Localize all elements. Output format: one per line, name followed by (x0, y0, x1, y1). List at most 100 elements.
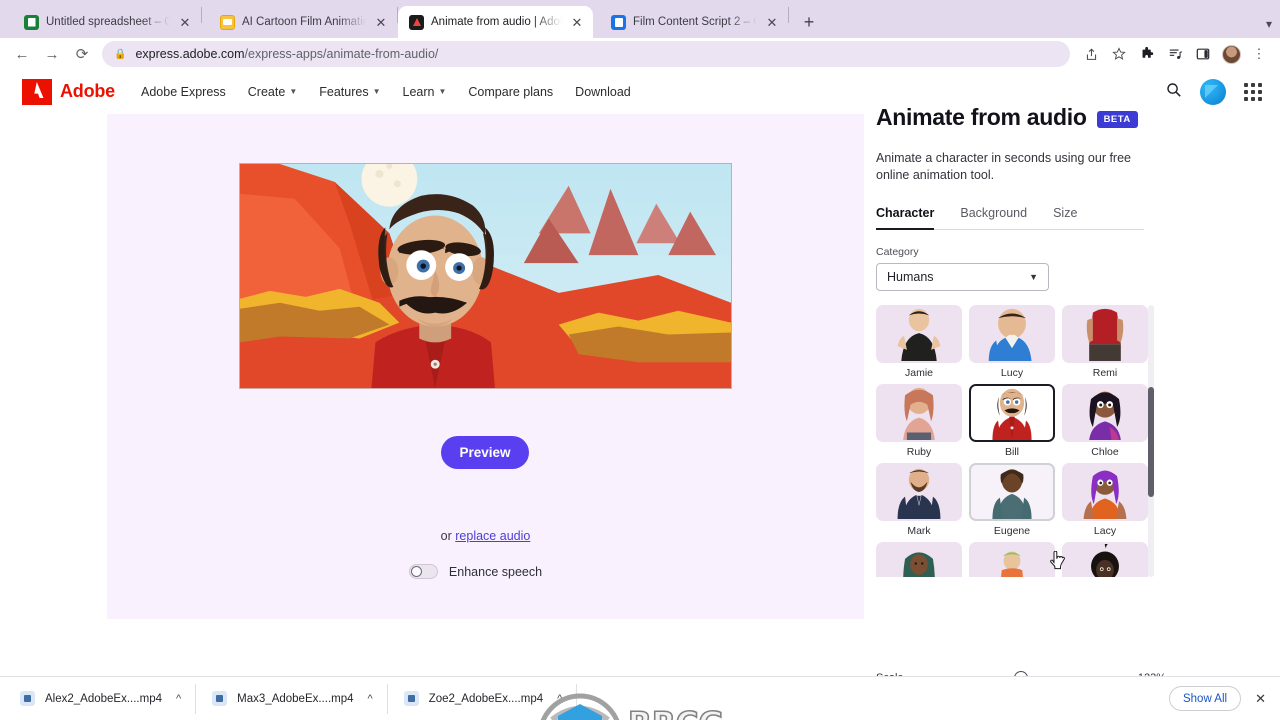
app-grid-icon[interactable] (1244, 82, 1262, 101)
adobe-brand-text: Adobe (60, 81, 115, 101)
profile-avatar[interactable] (1218, 41, 1244, 67)
nav-link-learn[interactable]: Learn ▼ (403, 85, 447, 99)
replace-audio-link[interactable]: replace audio (455, 529, 530, 543)
main-canvas-area: Preview or replace audio Enhance speech (0, 114, 864, 720)
chevron-up-icon[interactable]: ^ (368, 693, 373, 705)
browser-tab-3[interactable]: Film Content Script 2 – Google ✕ (593, 6, 788, 38)
character-name: Mark (907, 525, 931, 537)
enhance-speech-toggle[interactable] (408, 564, 438, 579)
character-thumb (1062, 542, 1148, 577)
url-path: /express-apps/animate-from-audio/ (244, 47, 439, 61)
character-name: Remi (1092, 367, 1118, 379)
reading-list-icon[interactable] (1162, 41, 1188, 67)
nav-link-compare-plans[interactable]: Compare plans (468, 85, 553, 99)
extensions-icon[interactable] (1134, 41, 1160, 67)
tab-character[interactable]: Character (876, 206, 935, 230)
character-card-row4-2[interactable] (969, 542, 1055, 577)
character-thumb (969, 463, 1055, 521)
character-card-row4-3[interactable] (1062, 542, 1148, 577)
video-file-icon (20, 691, 35, 706)
character-thumb (876, 305, 962, 363)
adobe-logo[interactable]: Adobe (22, 78, 115, 105)
character-card-lacy[interactable]: Lacy (1062, 463, 1148, 540)
tab-size[interactable]: Size (1053, 206, 1077, 229)
character-card-row4-1[interactable] (876, 542, 962, 577)
character-card-bill[interactable]: Bill (969, 384, 1055, 461)
chevron-up-icon[interactable]: ^ (557, 693, 562, 705)
bookmark-star-icon[interactable] (1106, 41, 1132, 67)
canvas-card: Preview or replace audio Enhance speech (107, 114, 864, 619)
category-label: Category (876, 246, 919, 258)
character-card-eugene[interactable]: Eugene (969, 463, 1055, 540)
nav-link-create[interactable]: Create ▼ (248, 85, 297, 99)
character-card-remi[interactable]: Remi (1062, 305, 1148, 382)
character-name: Eugene (993, 525, 1031, 537)
download-item-1[interactable]: Max3_AdobeEx....mp4 ^ (206, 683, 388, 714)
tab-title: AI Cartoon Film Animation – Go (242, 16, 366, 28)
character-card-mark[interactable]: Mark (876, 463, 962, 540)
tab-close-icon[interactable]: ✕ (177, 14, 193, 30)
address-bar[interactable]: 🔒 express.adobe.com/express-apps/animate… (102, 41, 1070, 67)
folder-icon (220, 14, 235, 30)
tab-divider (788, 7, 789, 23)
download-item-0[interactable]: Alex2_AdobeEx....mp4 ^ (14, 683, 197, 714)
video-file-icon (403, 691, 419, 706)
browser-tab-1[interactable]: AI Cartoon Film Animation – Go ✕ (202, 6, 397, 38)
lock-icon: 🔒 (114, 48, 127, 60)
panel-scrollbar-thumb[interactable] (1148, 387, 1154, 497)
url-text: express.adobe.com/express-apps/animate-f… (135, 47, 438, 61)
share-icon[interactable] (1078, 41, 1104, 67)
download-filename: Max3_AdobeEx....mp4 (237, 692, 354, 705)
nav-label: Compare plans (468, 84, 554, 99)
character-card-lucy[interactable]: Lucy (969, 305, 1055, 382)
chevron-down-icon: ▼ (438, 87, 447, 96)
adobe-icon (409, 14, 424, 30)
nav-label: Download (575, 84, 631, 99)
character-thumb (1062, 384, 1148, 442)
tab-title: Untitled spreadsheet – Google (46, 16, 170, 28)
character-grid: Jamie Lucy Remi Ruby Bill Chloe Mark Eug… (876, 305, 1154, 577)
nav-label: Features (319, 84, 369, 99)
chevron-down-icon: ▼ (289, 87, 298, 96)
close-downloads-bar-icon[interactable]: ✕ (1255, 691, 1270, 707)
avatar (1221, 44, 1241, 64)
or-text: or (440, 529, 456, 543)
show-all-button[interactable]: Show All (1168, 686, 1242, 711)
preview-button[interactable]: Preview (441, 436, 529, 469)
chrome-menu-icon[interactable]: ⋮ (1246, 41, 1272, 67)
sheets-icon (24, 14, 39, 30)
forward-button[interactable]: → (38, 40, 66, 68)
category-select[interactable]: Humans ▼ (876, 263, 1049, 291)
character-card-ruby[interactable]: Ruby (876, 384, 962, 461)
back-button[interactable]: ← (8, 40, 36, 68)
character-video-preview[interactable] (239, 163, 732, 389)
character-thumb (876, 384, 962, 442)
nav-link-features[interactable]: Features ▼ (319, 85, 380, 99)
downloads-bar-actions: Show All ✕ (1168, 686, 1270, 711)
nav-link-adobe-express[interactable]: Adobe Express (141, 85, 226, 99)
nav-label: Learn (402, 84, 435, 99)
tab-close-icon[interactable]: ✕ (764, 14, 780, 30)
category-value: Humans (887, 270, 934, 284)
tab-close-icon[interactable]: ✕ (373, 14, 389, 30)
browser-tab-2-active[interactable]: Animate from audio | Adobe Ex ✕ (398, 6, 593, 38)
reload-button[interactable]: ⟳ (68, 40, 96, 68)
character-card-jamie[interactable]: Jamie (876, 305, 962, 382)
character-grid-scroll[interactable]: Jamie Lucy Remi Ruby Bill Chloe Mark Eug… (876, 305, 1154, 577)
character-thumb (969, 305, 1055, 363)
download-filename: Alex2_AdobeEx....mp4 (45, 692, 162, 705)
character-card-chloe[interactable]: Chloe (1062, 384, 1148, 461)
character-name: Chloe (1091, 446, 1119, 458)
docs-icon (611, 14, 626, 30)
search-icon[interactable] (1166, 82, 1182, 102)
tab-close-icon[interactable]: ✕ (569, 14, 585, 30)
chevron-up-icon[interactable]: ^ (176, 693, 181, 705)
character-thumb (969, 384, 1055, 442)
download-item-2[interactable]: Zoe2_AdobeEx....mp4 ^ (398, 683, 578, 714)
window-controls-icon[interactable]: ▾ (1266, 17, 1272, 31)
new-tab-button[interactable]: + (795, 8, 823, 36)
side-panel-icon[interactable] (1190, 41, 1216, 67)
nav-link-download[interactable]: Download (575, 85, 631, 99)
tab-background[interactable]: Background (960, 206, 1027, 229)
browser-tab-0[interactable]: Untitled spreadsheet – Google ✕ (6, 6, 201, 38)
